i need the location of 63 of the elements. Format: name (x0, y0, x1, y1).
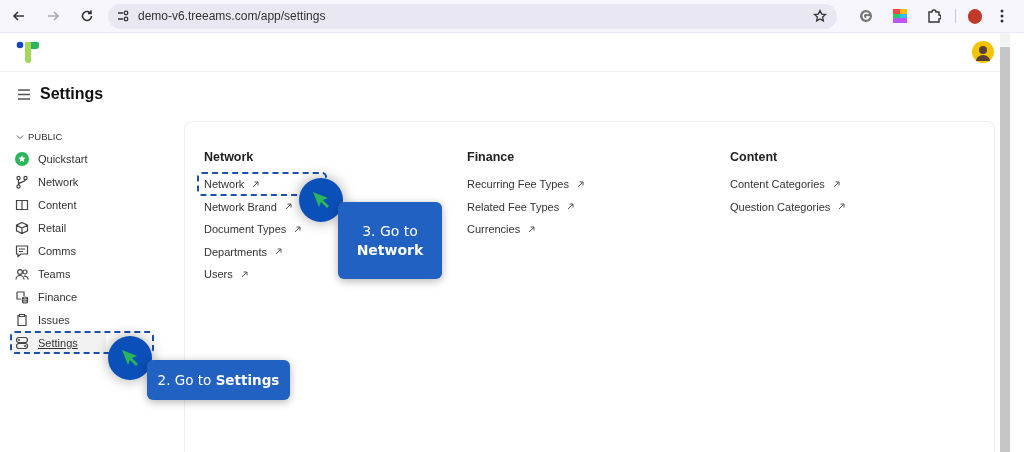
box-icon (15, 220, 29, 235)
chevron-icon (16, 132, 24, 141)
puzzle-icon[interactable] (926, 9, 941, 23)
page-title: Settings (40, 85, 104, 103)
settings-link[interactable]: Document Types (204, 218, 302, 241)
book-icon (15, 197, 29, 212)
extension-icon[interactable] (858, 9, 873, 23)
branch-icon (15, 174, 29, 189)
color-grid-icon[interactable] (892, 9, 907, 23)
step-callout: 2. Go to Settings (147, 360, 290, 400)
external-link-icon (567, 203, 575, 211)
section-heading: Finance (467, 150, 515, 164)
sidebar-item[interactable]: Issues (10, 308, 106, 331)
reload-icon[interactable] (80, 9, 94, 23)
scrollbar[interactable] (1000, 33, 1010, 452)
address-bar[interactable]: demo-v6.treeams.com/app/settings (108, 3, 837, 29)
star-badge-icon (15, 151, 29, 166)
settings-link[interactable]: Question Categories (730, 195, 846, 218)
external-link-icon (528, 225, 536, 233)
toggle-icon (15, 335, 29, 350)
sidebar-item[interactable]: Content (10, 193, 106, 216)
sidebar-item[interactable]: Finance (10, 285, 106, 308)
back-icon[interactable] (12, 9, 26, 23)
people-icon (15, 266, 29, 281)
settings-link[interactable]: Currencies (467, 218, 536, 241)
external-link-icon (832, 180, 840, 188)
step-callout: 3. Go to Network (338, 202, 442, 279)
sidebar-item[interactable]: Settings (10, 331, 106, 354)
external-link-icon (252, 180, 260, 188)
logo-icon[interactable] (16, 41, 42, 63)
receipt-icon (15, 289, 29, 304)
external-link-icon (838, 203, 846, 211)
sidebar-item[interactable]: Retail (10, 216, 106, 239)
sidebar-item[interactable]: Teams (10, 262, 106, 285)
external-link-icon (275, 248, 282, 256)
clipboard-icon (15, 312, 29, 327)
external-link-icon (576, 180, 584, 188)
settings-link[interactable]: Users (204, 263, 248, 286)
cursor-arrow-icon (120, 348, 140, 368)
settings-link[interactable]: Departments (204, 240, 282, 263)
sidebar-item[interactable]: Comms (10, 239, 106, 262)
external-link-icon (294, 225, 302, 233)
sidebar-item[interactable]: Quickstart (10, 147, 106, 170)
user-avatar[interactable] (972, 41, 994, 63)
section-heading: Network (204, 150, 254, 164)
settings-link[interactable]: Content Categories (730, 173, 840, 196)
sidebar-item[interactable]: Network (10, 170, 106, 193)
settings-link[interactable]: Related Fee Types (467, 195, 575, 218)
settings-link[interactable]: Recurring Fee Types (467, 173, 584, 196)
section-header[interactable]: PUBLIC (10, 131, 63, 147)
settings-link[interactable]: Network Brand (204, 195, 292, 218)
star-icon[interactable] (812, 9, 827, 23)
hamburger-menu-icon[interactable] (18, 88, 30, 100)
external-link-icon (240, 270, 248, 278)
external-link-icon (284, 203, 292, 211)
cursor-arrow-icon (311, 190, 331, 210)
url-text: demo-v6.treeams.com/app/settings (138, 9, 326, 23)
site-info-icon[interactable] (116, 9, 130, 23)
menu-icon[interactable] (1000, 9, 1004, 23)
chat-icon (15, 243, 29, 258)
profile-avatar[interactable] (967, 8, 982, 24)
section-heading: Content (730, 150, 778, 164)
settings-link[interactable]: Network (204, 173, 260, 196)
